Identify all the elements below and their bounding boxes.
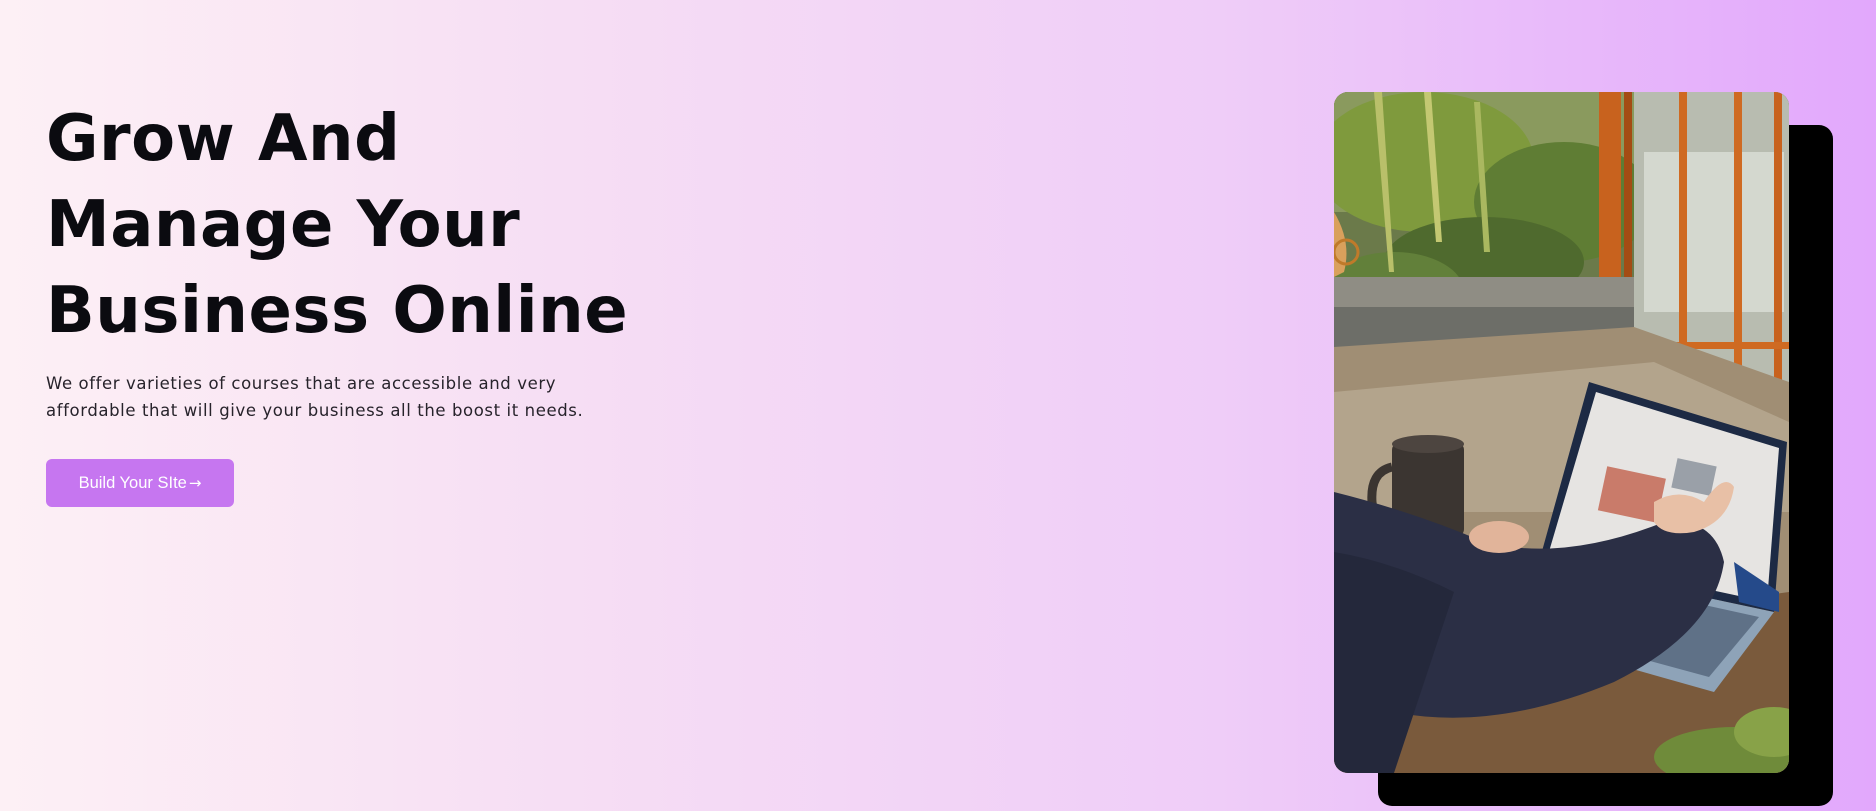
hero-subtitle: We offer varieties of courses that are a… <box>46 374 584 420</box>
hero-title-line-2: Manage Your <box>46 188 521 262</box>
cta-label: Build Your SIte <box>78 473 187 492</box>
hero-copy: Grow And Manage Your Business Online We … <box>46 96 666 507</box>
build-your-site-button[interactable]: Build Your SIte → <box>46 459 234 507</box>
arrow-right-icon: → <box>188 474 202 492</box>
hero-title: Grow And Manage Your Business Online <box>46 96 666 354</box>
hero-section: Grow And Manage Your Business Online We … <box>0 0 1876 811</box>
hero-photo <box>1334 92 1789 773</box>
hero-title-line-1: Grow And <box>46 102 401 176</box>
photo-person-laptop-icon <box>1334 92 1789 773</box>
hero-title-line-3: Business Online <box>46 274 629 348</box>
